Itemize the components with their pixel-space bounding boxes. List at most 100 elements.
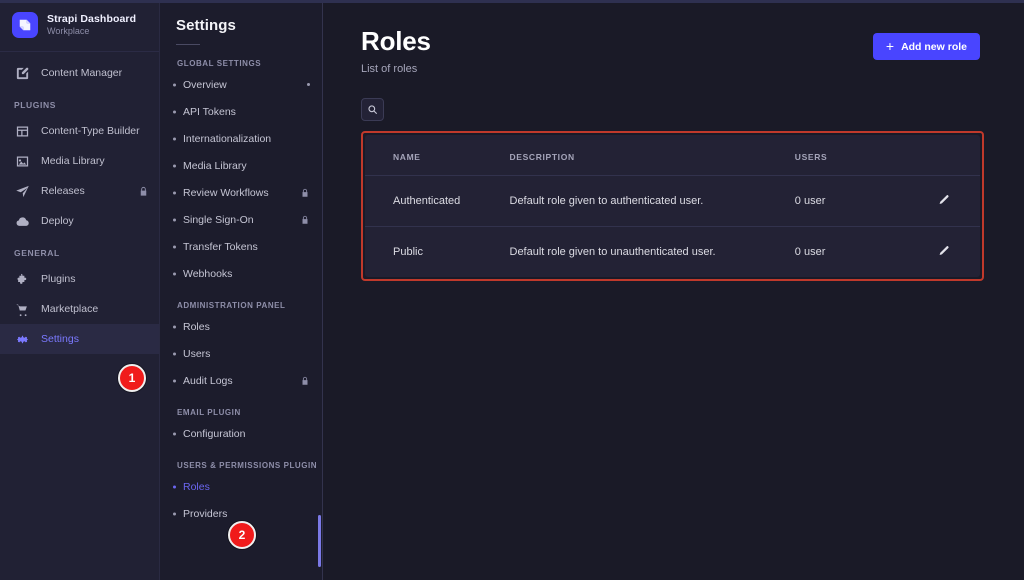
sidebar-item-settings[interactable]: Settings bbox=[0, 324, 159, 354]
cell-row-actions bbox=[937, 175, 980, 227]
puzzle-icon bbox=[14, 271, 30, 287]
status-dot-icon bbox=[307, 83, 310, 86]
roles-table-head: NAME DESCRIPTION USERS bbox=[365, 135, 980, 176]
sidebar-item-releases[interactable]: Releases bbox=[0, 176, 159, 206]
sidebar-item-deploy[interactable]: Deploy bbox=[0, 206, 159, 236]
subnav-item-transfer-tokens[interactable]: Transfer Tokens bbox=[160, 233, 322, 260]
sidebar-item-label: Plugins bbox=[41, 273, 76, 285]
brand-title: Strapi Dashboard bbox=[47, 13, 137, 26]
column-header-users: USERS bbox=[794, 135, 937, 176]
lock-icon bbox=[300, 215, 310, 225]
settings-subnav: Settings GLOBAL SETTINGS Overview API To… bbox=[160, 0, 323, 580]
subnav-item-label: Roles bbox=[183, 320, 210, 333]
layout-icon bbox=[14, 123, 30, 139]
subnav-section-global-settings-label: GLOBAL SETTINGS bbox=[177, 59, 262, 68]
cell-role-description: Default role given to unauthenticated us… bbox=[509, 246, 716, 258]
subnav-section-email-plugin-label: EMAIL PLUGIN bbox=[177, 408, 241, 417]
cart-icon bbox=[14, 301, 30, 317]
subnav-item-internationalization[interactable]: Internationalization bbox=[160, 125, 322, 152]
subnav-item-label: Roles bbox=[183, 480, 210, 493]
roles-table-highlight: NAME DESCRIPTION USERS Authenticated Def… bbox=[361, 131, 984, 281]
pencil-icon[interactable] bbox=[937, 244, 950, 257]
subnav-item-label: Providers bbox=[183, 507, 228, 520]
subnav-item-label: Configuration bbox=[183, 427, 246, 440]
page-subtitle: List of roles bbox=[361, 63, 418, 75]
sidebar-item-marketplace[interactable]: Marketplace bbox=[0, 294, 159, 324]
sidebar-section-plugins-label: PLUGINS bbox=[14, 100, 56, 110]
subnav-item-label: Overview bbox=[183, 78, 227, 91]
subnav-item-label: Audit Logs bbox=[183, 374, 233, 387]
cell-role-name: Authenticated bbox=[365, 175, 510, 227]
pencil-square-icon bbox=[14, 65, 30, 81]
cell-role-description: Default role given to authenticated user… bbox=[509, 175, 795, 227]
main-sidebar: Strapi Dashboard Workplace Content Manag… bbox=[0, 0, 160, 580]
cell-role-users: 0 user bbox=[794, 175, 937, 227]
main-content: Roles List of roles + Add new role NAME … bbox=[323, 0, 1024, 580]
cell-role-name: Public bbox=[393, 246, 423, 258]
subnav-item-label: Single Sign-On bbox=[183, 213, 254, 226]
sidebar-item-plugins[interactable]: Plugins bbox=[0, 264, 159, 294]
subnav-item-api-tokens[interactable]: API Tokens bbox=[160, 98, 322, 125]
subnav-item-label: Users bbox=[183, 347, 211, 360]
subnav-item-admin-roles[interactable]: Roles bbox=[160, 313, 322, 340]
brand-header[interactable]: Strapi Dashboard Workplace bbox=[0, 0, 159, 52]
cell-row-actions bbox=[937, 227, 980, 278]
subnav-item-label: Internationalization bbox=[183, 132, 272, 145]
add-new-role-button[interactable]: + Add new role bbox=[872, 33, 980, 60]
lock-icon bbox=[300, 188, 310, 198]
image-icon bbox=[14, 153, 30, 169]
column-header-name: NAME bbox=[365, 135, 510, 176]
page-header: Roles List of roles + Add new role bbox=[323, 0, 1024, 75]
settings-title: Settings bbox=[176, 17, 236, 34]
subnav-item-users-permissions-roles[interactable]: Roles bbox=[160, 473, 322, 500]
subnav-item-configuration[interactable]: Configuration bbox=[160, 420, 322, 447]
sidebar-item-label: Marketplace bbox=[41, 303, 99, 315]
sidebar-item-label: Content Manager bbox=[41, 67, 123, 79]
subnav-item-audit-logs[interactable]: Audit Logs bbox=[160, 367, 322, 394]
table-header-row: NAME DESCRIPTION USERS bbox=[365, 135, 980, 176]
sidebar-item-content-manager[interactable]: Content Manager bbox=[0, 58, 159, 88]
page-title: Roles bbox=[361, 26, 431, 56]
brand-subtitle: Workplace bbox=[47, 26, 90, 37]
subnav-item-review-workflows[interactable]: Review Workflows bbox=[160, 179, 322, 206]
sidebar-item-label: Releases bbox=[41, 185, 85, 197]
divider bbox=[176, 44, 200, 45]
subnav-section-administration-panel-label: ADMINISTRATION PANEL bbox=[177, 301, 286, 310]
subnav-item-media-library[interactable]: Media Library bbox=[160, 152, 322, 179]
search-button[interactable] bbox=[361, 98, 384, 121]
subnav-item-label: Review Workflows bbox=[183, 186, 269, 199]
step-badge-2: 2 bbox=[228, 521, 256, 549]
sidebar-item-media-library[interactable]: Media Library bbox=[0, 146, 159, 176]
column-header-description: DESCRIPTION bbox=[509, 135, 795, 176]
subnav-item-admin-users[interactable]: Users bbox=[160, 340, 322, 367]
subnav-scrollbar-thumb[interactable] bbox=[318, 515, 321, 567]
table-row[interactable]: Public Default role given to unauthentic… bbox=[365, 227, 980, 278]
cloud-icon bbox=[14, 213, 30, 229]
lock-icon bbox=[138, 186, 149, 197]
subnav-section-users-permissions-label: USERS & PERMISSIONS PLUGIN bbox=[177, 461, 318, 470]
subnav-item-overview[interactable]: Overview bbox=[160, 71, 322, 98]
search-row bbox=[323, 75, 1024, 121]
search-icon bbox=[368, 105, 377, 114]
subnav-item-label: Media Library bbox=[183, 159, 247, 172]
subnav-item-label: Webhooks bbox=[183, 267, 233, 280]
sidebar-section-general-label: GENERAL bbox=[14, 248, 60, 258]
sidebar-item-label: Settings bbox=[41, 333, 79, 345]
roles-table-card: NAME DESCRIPTION USERS Authenticated Def… bbox=[365, 135, 980, 277]
subnav-item-webhooks[interactable]: Webhooks bbox=[160, 260, 322, 287]
sidebar-item-label: Media Library bbox=[41, 155, 105, 167]
add-new-role-label: Add new role bbox=[901, 40, 967, 53]
subnav-item-single-sign-on[interactable]: Single Sign-On bbox=[160, 206, 322, 233]
step-badge-1: 1 bbox=[118, 364, 146, 392]
nav-group-top: Content Manager bbox=[0, 52, 159, 88]
plus-icon: + bbox=[885, 37, 895, 54]
cell-role-users: 0 user bbox=[794, 246, 826, 258]
sidebar-item-content-type-builder[interactable]: Content-Type Builder bbox=[0, 116, 159, 146]
table-row[interactable]: Authenticated Default role given to auth… bbox=[365, 175, 980, 227]
subnav-item-label: Transfer Tokens bbox=[183, 240, 258, 253]
sidebar-item-label: Content-Type Builder bbox=[41, 125, 140, 137]
pencil-icon[interactable] bbox=[937, 193, 950, 206]
settings-subnav-header: Settings bbox=[160, 0, 322, 45]
window-top-edge bbox=[0, 0, 1024, 3]
column-header-actions bbox=[937, 135, 980, 176]
